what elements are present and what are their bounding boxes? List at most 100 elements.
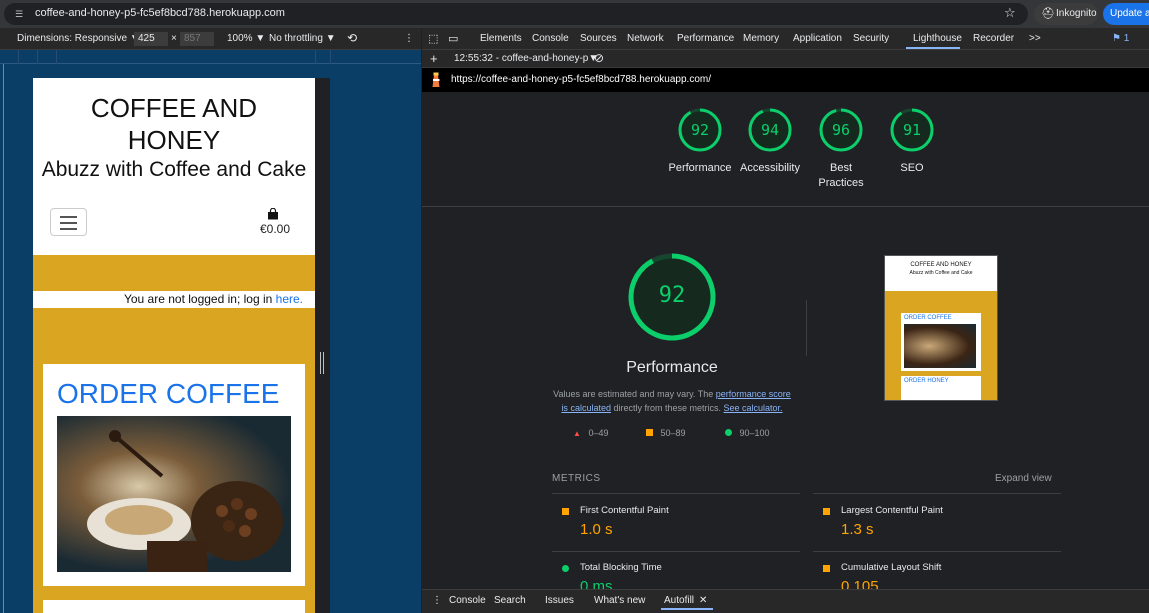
see-calculator-link[interactable]: See calculator.: [724, 403, 783, 413]
tab-performance[interactable]: Performance: [677, 33, 734, 44]
tab-network[interactable]: Network: [627, 33, 664, 44]
tab-application[interactable]: Application: [793, 33, 842, 44]
score-gauge-best-practices[interactable]: 96: [819, 108, 863, 152]
lighthouse-toolbar: + 12:55:32 - coffee-and-honey-p▼ ⊘: [422, 50, 1149, 68]
thumb-subtitle: Abuzz with Coffee and Cake: [909, 270, 973, 276]
new-report-icon[interactable]: +: [430, 51, 438, 66]
drawer-tab-console[interactable]: Console: [449, 595, 486, 606]
shopping-bag-icon[interactable]: [267, 208, 279, 220]
average-square-icon: [823, 565, 830, 572]
hamburger-icon: [60, 222, 77, 224]
close-icon[interactable]: ✕: [699, 595, 707, 606]
metric-cls-label: Cumulative Layout Shift: [841, 562, 942, 573]
ruler-tick: [18, 50, 19, 64]
square-icon: [646, 429, 653, 436]
metric-tbt-label: Total Blocking Time: [580, 562, 662, 573]
legend-pass-label: 90–100: [739, 428, 770, 438]
resize-handle[interactable]: [320, 352, 324, 374]
thumb-card: ORDER COFFEE: [901, 313, 981, 371]
metric-fcp-label: First Contentful Paint: [580, 505, 669, 516]
report-select[interactable]: 12:55:32 - coffee-and-honey-p▼: [454, 53, 598, 64]
metric-fcp-value: 1.0 s: [580, 521, 613, 538]
legend-fail: ▲ 0–49: [573, 428, 608, 438]
tab-console[interactable]: Console: [532, 33, 569, 44]
login-message: You are not logged in; log in here.: [33, 291, 315, 308]
metric-lcp-value: 1.3 s: [841, 521, 874, 538]
clear-reports-icon[interactable]: ⊘: [594, 51, 604, 65]
score-value: 94: [760, 121, 780, 139]
throttling-select[interactable]: No throttling ▼: [269, 33, 336, 44]
average-square-icon: [823, 508, 830, 515]
drawer-menu-icon[interactable]: ⋮: [432, 595, 442, 606]
score-gauge-accessibility[interactable]: 94: [748, 108, 792, 152]
hamburger-icon: [60, 228, 77, 230]
ruler-tick: [330, 50, 331, 64]
score-label: SEO: [900, 162, 924, 174]
device-toggle-icon[interactable]: ▭: [448, 32, 458, 45]
site-title-line2: HONEY: [127, 125, 221, 155]
pass-circle-icon: [562, 565, 569, 572]
expand-view-toggle[interactable]: Expand view: [995, 473, 1052, 484]
bag-total[interactable]: €0.00: [260, 222, 290, 236]
bookmark-star-icon[interactable]: ☆: [1004, 5, 1016, 21]
issues-count: 1: [1123, 33, 1130, 44]
order-coffee-card[interactable]: ORDER COFFEE: [43, 364, 305, 586]
site-subtitle: Abuzz with Coffee and Cake: [41, 158, 307, 181]
active-tab-indicator: [906, 47, 960, 49]
site-title[interactable]: COFFEE AND HONEY: [33, 92, 315, 156]
thumb-card-title: ORDER HONEY: [904, 378, 949, 384]
rotate-icon[interactable]: ⟲: [347, 31, 357, 45]
coffee-image[interactable]: [57, 416, 291, 572]
tab-lighthouse[interactable]: Lighthouse: [913, 33, 962, 44]
site-info-icon[interactable]: ☰: [15, 9, 25, 19]
height-input[interactable]: 857: [180, 32, 214, 46]
menu-toggle-button[interactable]: [50, 208, 87, 236]
tab-memory[interactable]: Memory: [743, 33, 779, 44]
drawer-tab-search[interactable]: Search: [494, 595, 526, 606]
tab-security[interactable]: Security: [853, 33, 889, 44]
drawer-tab-autofill[interactable]: Autofill: [664, 595, 694, 606]
ruler-tick: [315, 50, 316, 64]
triangle-icon: ▲: [573, 429, 581, 438]
incognito-label: Inkognito: [1056, 8, 1097, 19]
banner-strip: [33, 255, 315, 291]
inspect-element-icon[interactable]: ⬚: [428, 32, 438, 45]
address-bar[interactable]: ☰ coffee-and-honey-p5-fc5ef8bcd788.herok…: [4, 3, 1028, 25]
metric-lcp-label: Largest Contentful Paint: [841, 505, 943, 516]
width-input[interactable]: 425: [134, 32, 168, 46]
login-link[interactable]: here.: [276, 292, 303, 306]
viewport-edge: [3, 64, 4, 613]
score-gauge-performance[interactable]: 92: [678, 108, 722, 152]
more-options-icon[interactable]: ⋮: [404, 33, 414, 44]
legend-average-label: 50–89: [660, 428, 686, 438]
next-card[interactable]: [43, 600, 305, 613]
dimensions-select[interactable]: Dimensions: Responsive ▼: [17, 33, 140, 44]
zoom-select[interactable]: 100% ▼: [227, 33, 265, 44]
performance-note: Values are estimated and may vary. The p…: [550, 387, 794, 415]
tab-elements[interactable]: Elements: [480, 33, 522, 44]
report-url[interactable]: https://coffee-and-honey-p5-fc5ef8bcd788…: [451, 74, 711, 85]
emulated-page: COFFEE AND HONEY Abuzz with Coffee and C…: [33, 78, 315, 613]
score-gauge-seo[interactable]: 91: [890, 108, 934, 152]
issues-badge[interactable]: ⚑ 1: [1112, 33, 1129, 44]
lighthouse-logo-icon: [432, 72, 440, 87]
final-screenshot-thumbnail[interactable]: COFFEE AND HONEY Abuzz with Coffee and C…: [884, 255, 998, 401]
order-coffee-link[interactable]: ORDER COFFEE: [57, 378, 279, 410]
address-url[interactable]: coffee-and-honey-p5-fc5ef8bcd788.herokua…: [35, 7, 285, 19]
performance-title: Performance: [626, 359, 718, 376]
media-query-ruler: [0, 50, 421, 64]
update-button[interactable]: Update abs: [1103, 3, 1149, 25]
thumb-card: ORDER HONEY: [901, 376, 981, 400]
tab-sources[interactable]: Sources: [580, 33, 617, 44]
tab-recorder[interactable]: Recorder: [973, 33, 1014, 44]
metric-divider: [813, 493, 1061, 494]
drawer-tab-issues[interactable]: Issues: [545, 595, 574, 606]
note-text-middle: directly from these metrics.: [610, 403, 724, 413]
average-square-icon: [562, 508, 569, 515]
hamburger-icon: [60, 216, 77, 218]
times-sign: ×: [171, 33, 177, 44]
drawer-tab-whats-new[interactable]: What's new: [594, 595, 645, 606]
incognito-badge[interactable]: ⛑ Inkognito: [1034, 3, 1098, 25]
more-tabs-button[interactable]: >>: [1029, 33, 1041, 44]
vertical-divider: [806, 300, 807, 356]
